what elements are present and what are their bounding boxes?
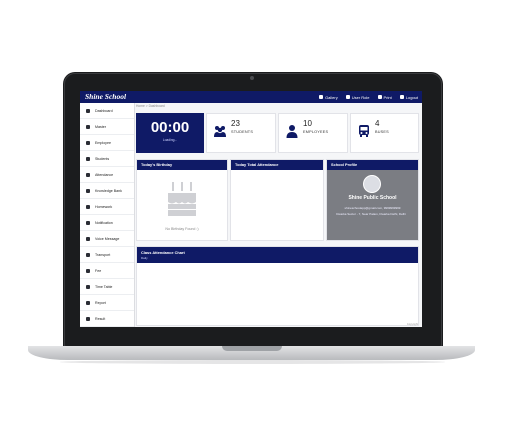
school-name: Shine Public School (348, 195, 397, 201)
book-icon (86, 188, 90, 193)
sidebar-item-attendance[interactable]: Attendance (80, 167, 134, 183)
clock-icon (86, 284, 90, 289)
attendance-panel: Today Total Attendance (230, 159, 324, 241)
nav-gallery[interactable]: Gallery (319, 95, 338, 100)
sidebar-item-knowledge-bank[interactable]: Knowledge Bank (80, 183, 134, 199)
clock-card: 00:00 Loading... (136, 113, 204, 153)
students-label: STUDENTS (231, 130, 254, 134)
breadcrumb-home[interactable]: Home (136, 104, 145, 108)
school-profile-panel: School Profile Shine Public School shine… (326, 159, 419, 241)
wrench-icon (86, 124, 90, 129)
logout-icon (399, 95, 404, 99)
employees-card[interactable]: 10 EMPLOYEES (278, 113, 348, 153)
user-icon (86, 140, 90, 145)
nav-logout[interactable]: Logout (399, 95, 418, 100)
no-birthday-message: No Birthday Found :) (165, 227, 199, 231)
sidebar-item-fee[interactable]: Fee (80, 263, 134, 279)
school-profile-header: School Profile (327, 160, 418, 170)
employees-label: EMPLOYEES (303, 130, 329, 134)
breadcrumb-separator: > (145, 104, 148, 108)
nav-print[interactable]: Print (377, 95, 392, 100)
nav-user-role[interactable]: User Role (345, 95, 370, 100)
sidebar-item-transport[interactable]: Transport (80, 247, 134, 263)
school-address: Dwarka Sector - 7, Near Palam, Dwarka De… (336, 212, 406, 216)
birthday-panel-header: Today's Birthday (137, 160, 227, 170)
monitor-icon (86, 108, 90, 113)
image-icon (319, 95, 324, 99)
school-profile-body: Shine Public School shineschoolapp@gmail… (327, 170, 418, 240)
employees-count: 10 (303, 119, 312, 128)
birthday-panel-title: Today's Birthday (141, 162, 173, 167)
attendance-chart-header: Class Attendance Chart Daily (137, 247, 418, 263)
clock-status: Loading... (162, 138, 178, 142)
sidebar-item-students[interactable]: Students (80, 151, 134, 167)
sidebar-item-voice-message[interactable]: Voice Message (80, 231, 134, 247)
breadcrumb: Home > Dashboard (136, 104, 165, 108)
attendance-chart-title: Class Attendance Chart (141, 250, 185, 255)
laptop-frame: Shine School Gallery User Role Print Log… (0, 0, 505, 431)
camera-dot (250, 76, 254, 80)
sidebar-item-dashboard[interactable]: Dashboard (80, 103, 134, 119)
user-icon (286, 125, 298, 138)
user-icon (345, 95, 350, 99)
check-icon (86, 172, 90, 177)
class-attendance-chart: Class Attendance Chart Daily (136, 246, 419, 326)
birthday-panel: Today's Birthday No Birthday Found :) (136, 159, 228, 241)
attendance-panel-title: Today Total Attendance (235, 162, 279, 167)
users-icon (214, 126, 226, 137)
sidebar-item-report[interactable]: Report (80, 295, 134, 311)
students-card[interactable]: 23 STUDENTS (206, 113, 276, 153)
buses-count: 4 (375, 119, 380, 128)
pencil-icon (86, 316, 90, 321)
buses-label: BUSES (375, 130, 389, 134)
print-icon (86, 300, 90, 305)
attendance-chart-subtitle: Daily (141, 256, 148, 260)
app-screen: Shine School Gallery User Role Print Log… (80, 91, 422, 327)
breadcrumb-current: Dashboard (148, 104, 165, 108)
students-count: 23 (231, 119, 240, 128)
pencil-icon (86, 204, 90, 209)
microphone-icon (86, 236, 90, 241)
sidebar-item-notification[interactable]: Notification (80, 215, 134, 231)
brand-logo[interactable]: Shine School (85, 92, 126, 102)
cake-icon (168, 182, 196, 216)
sidebar-item-master[interactable]: Master (80, 119, 134, 135)
bell-icon (86, 220, 90, 225)
school-email: shineschoolapp@gmail.com, 9999999999 (344, 206, 401, 210)
laptop-notch (222, 346, 282, 351)
footer-text: Copyright (406, 323, 418, 326)
buses-card[interactable]: 4 BUSES (350, 113, 419, 153)
sidebar-item-time-table[interactable]: Time Table (80, 279, 134, 295)
bus-icon (359, 125, 369, 137)
money-icon (86, 268, 90, 273)
bus-icon (86, 252, 90, 257)
printer-icon (377, 95, 382, 99)
sidebar-item-result[interactable]: Result (80, 311, 134, 327)
sidebar-item-homework[interactable]: Homework (80, 199, 134, 215)
attendance-panel-header: Today Total Attendance (231, 160, 323, 170)
top-bar: Shine School Gallery User Role Print Log… (80, 91, 422, 103)
top-nav: Gallery User Role Print Logout (319, 91, 418, 103)
graduation-cap-icon (86, 156, 90, 161)
school-profile-title: School Profile (331, 162, 358, 167)
school-logo-avatar (363, 175, 381, 193)
laptop-shadow (60, 360, 445, 364)
sidebar: Dashboard Master Employee Students Atten… (80, 103, 135, 327)
sidebar-item-employee[interactable]: Employee (80, 135, 134, 151)
clock-time: 00:00 (150, 119, 190, 136)
